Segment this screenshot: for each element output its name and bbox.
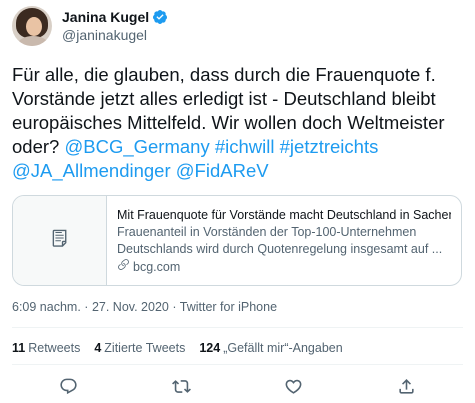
link-preview-card[interactable]: Mit Frauenquote für Vorstände macht Deut… <box>12 195 462 286</box>
meta-separator: · <box>84 300 89 314</box>
retweets-label: Retweets <box>28 341 81 355</box>
likes-stat[interactable]: 124 „Gefällt mir“-Angaben <box>199 340 342 356</box>
author-handle[interactable]: @janinakugel <box>62 26 168 44</box>
author-display-name[interactable]: Janina Kugel <box>62 8 149 26</box>
quotes-stat[interactable]: 4 Zitierte Tweets <box>94 340 185 356</box>
quotes-label: Zitierte Tweets <box>104 341 186 355</box>
card-description: Frauenanteil in Vorständen der Top-100-U… <box>117 225 443 256</box>
retweets-stat[interactable]: 11 Retweets <box>12 340 80 356</box>
meta-separator: · <box>172 300 177 314</box>
author-names: Janina Kugel @janinakugel <box>62 8 168 44</box>
verified-badge-icon <box>152 9 168 25</box>
card-body: Mit Frauenquote für Vorstände macht Deut… <box>107 196 461 285</box>
retweet-icon[interactable] <box>167 372 195 400</box>
tweet-time[interactable]: 6:09 nachm. <box>12 300 81 314</box>
tweet-header: Janina Kugel @janinakugel <box>12 6 168 46</box>
tweet-source: Twitter for iPhone <box>179 300 278 314</box>
tweet-meta: 6:09 nachm. · 27. Nov. 2020 · Twitter fo… <box>12 299 277 315</box>
mention-link[interactable]: @FidAReV <box>176 160 269 181</box>
card-domain-row: bcg.com <box>117 258 451 276</box>
hashtag-link[interactable]: #jetztreichts <box>280 136 379 157</box>
article-icon <box>49 227 71 254</box>
share-icon[interactable] <box>393 372 421 400</box>
likes-count: 124 <box>199 341 221 355</box>
reply-icon[interactable] <box>54 372 82 400</box>
action-bar <box>12 372 463 400</box>
tweet-text: Für alle, die glauben, dass durch die Fr… <box>12 63 467 183</box>
card-title: Mit Frauenquote für Vorstände macht Deut… <box>117 208 451 222</box>
likes-label: „Gefällt mir“-Angaben <box>223 341 343 355</box>
avatar[interactable] <box>12 6 52 46</box>
card-domain: bcg.com <box>133 259 181 274</box>
divider <box>12 327 463 328</box>
retweets-count: 11 <box>12 341 26 355</box>
mention-link[interactable]: @BCG_Germany <box>64 136 209 157</box>
tweet-date[interactable]: 27. Nov. 2020 <box>92 300 169 314</box>
link-icon <box>117 258 133 276</box>
divider <box>12 364 463 365</box>
quotes-count: 4 <box>94 341 102 355</box>
card-thumbnail <box>13 196 107 285</box>
mention-link[interactable]: @JA_Allmendinger <box>12 160 171 181</box>
hashtag-link[interactable]: #ichwill <box>215 136 275 157</box>
like-icon[interactable] <box>280 372 308 400</box>
engagement-stats: 11 Retweets 4 Zitierte Tweets 124 „Gefällt … <box>12 340 357 356</box>
